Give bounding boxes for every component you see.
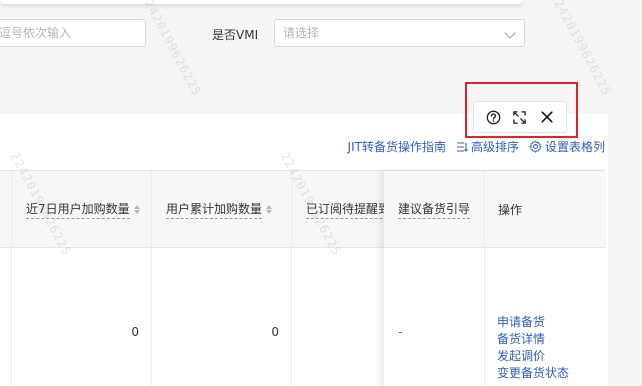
cell-recent7-add: 0	[131, 325, 139, 339]
table-settings-label: 设置表格列	[544, 140, 605, 154]
floating-toolbar	[473, 101, 567, 133]
table-toolbar: JIT转备货操作指南 高级排序 设置表格列	[348, 138, 605, 155]
sort-icon[interactable]	[133, 205, 140, 214]
column-total-add: 用户累计加购数量 0	[152, 171, 292, 386]
advanced-sort-label: 高级排序	[470, 140, 519, 154]
jit-guide-link[interactable]: JIT转备货操作指南	[348, 138, 446, 155]
header-recent7-add-label: 近7日用户加购数量	[26, 200, 130, 219]
header-total-add-label: 用户累计加购数量	[166, 200, 263, 219]
header-total-add[interactable]: 用户累计加购数量	[152, 171, 273, 248]
apply-stock-link[interactable]: 申请备货	[497, 315, 569, 330]
table-column-edge	[0, 171, 12, 386]
fixed-right-columns: 建议备货引导 操作 - 申请备货 备货详情 发起调价 变更备货状态	[384, 171, 606, 386]
cell-total-add: 0	[271, 325, 279, 339]
header-subscribed-label: 已订阅待提醒到货	[306, 200, 392, 219]
cell-suggest: -	[398, 325, 403, 339]
price-adjust-link[interactable]: 发起调价	[497, 349, 569, 364]
header-recent7-add[interactable]: 近7日用户加购数量	[12, 171, 140, 248]
sort-list-icon	[456, 141, 468, 152]
chevron-down-icon	[504, 27, 516, 39]
page-gutter	[608, 0, 642, 386]
vmi-label: 是否VMI	[212, 28, 259, 42]
table-settings-button[interactable]: 设置表格列	[529, 138, 605, 155]
close-icon[interactable]	[538, 108, 556, 126]
header-actions: 操作	[484, 171, 606, 248]
data-table: 近7日用户加购数量 0 用户累计加购数量 0 已订阅待提醒到货 建议备货引导 操…	[0, 170, 606, 386]
expand-icon[interactable]	[511, 108, 529, 126]
change-stock-status-link[interactable]: 变更备货状态	[497, 366, 569, 381]
dropdown-panel-edge	[0, 0, 522, 4]
batch-input[interactable]: 逗号依次输入	[0, 19, 146, 47]
vmi-select[interactable]: 请选择	[274, 19, 525, 47]
header-suggest-label: 建议备货引导	[398, 200, 471, 219]
batch-input-placeholder: 逗号依次输入	[0, 26, 72, 40]
gear-icon	[529, 140, 542, 153]
advanced-sort-button[interactable]: 高级排序	[456, 138, 519, 155]
row-actions: 申请备货 备货详情 发起调价 变更备货状态	[497, 315, 569, 381]
column-recent7-add: 近7日用户加购数量 0	[12, 171, 152, 386]
header-suggest: 建议备货引导	[384, 171, 484, 248]
filter-panel: 逗号依次输入 是否VMI 请选择	[0, 0, 608, 114]
help-circle-icon[interactable]	[484, 108, 502, 126]
header-subscribed: 已订阅待提醒到货	[292, 171, 392, 248]
sort-icon[interactable]	[266, 205, 273, 214]
stock-detail-link[interactable]: 备货详情	[497, 332, 569, 347]
vmi-select-placeholder: 请选择	[283, 26, 320, 40]
header-actions-label: 操作	[498, 203, 523, 217]
column-subscribed: 已订阅待提醒到货	[292, 171, 392, 386]
